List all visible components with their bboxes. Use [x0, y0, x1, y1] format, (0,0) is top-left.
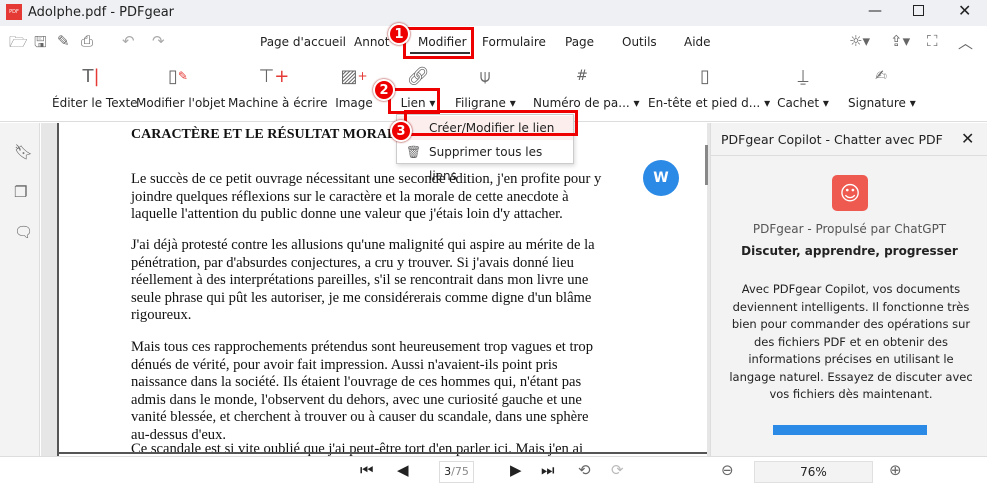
close-copilot-button[interactable]: ✕: [961, 129, 974, 148]
link-icon: 🔗︎: [406, 65, 430, 87]
paragraph-line: laquelle l'attention du public donne une…: [131, 206, 563, 223]
scrollbar-thumb[interactable]: [705, 145, 708, 185]
edit-object-icon: ▯ ✎: [168, 65, 188, 87]
paragraph-line: joindre quelques réflexions sur le carac…: [131, 188, 569, 205]
comments-icon[interactable]: 🗨︎: [14, 223, 33, 241]
prev-page-button[interactable]: ◀: [397, 461, 409, 479]
next-page-button[interactable]: ▶: [510, 461, 522, 479]
save-as-icon[interactable]: ✎: [57, 32, 70, 50]
tab-annoter[interactable]: Annoter: [354, 35, 390, 49]
page-bottom-line: [57, 452, 707, 454]
paragraph-line: admis dans le monde, l'observent du deho…: [131, 391, 582, 408]
convert-to-word-button[interactable]: W: [643, 160, 679, 196]
paragraph-line: naissance dans la société. Ils étaient l…: [131, 374, 582, 391]
theme-icon[interactable]: ☼▾: [849, 32, 870, 50]
delete-all-links-item[interactable]: 🗑︎ Supprimer tous les liens: [397, 140, 573, 183]
copilot-tagline: Discuter, apprendre, progresser: [741, 244, 958, 258]
signature-icon: ✍: [875, 68, 887, 84]
signature-button[interactable]: ✍ Signature ▾: [848, 62, 916, 110]
zoom-out-icon[interactable]: ⊖: [721, 461, 734, 479]
paragraph-line: seule phrase qui pût les autoriser, je m…: [131, 289, 592, 306]
annotation-badge-2: 2: [373, 79, 395, 101]
copilot-powered: PDFgear - Propulsé par ChatGPT: [752, 222, 947, 236]
tab-page-accueil[interactable]: Page d'accueil: [260, 35, 346, 49]
header-footer-icon: ▯: [700, 65, 710, 87]
maximize-button[interactable]: [913, 5, 924, 16]
app-logo: PDF: [6, 4, 22, 20]
rotate-right-icon[interactable]: ⟳: [611, 461, 624, 479]
paragraph-line: réellement à des interprétations pareill…: [131, 272, 589, 289]
pdf-page: CARACTÈRE ET LE RÉSULTAT MORAL Le succès…: [57, 123, 707, 456]
typewriter-button[interactable]: ⊤ + Machine à écrire: [228, 62, 328, 111]
print-icon[interactable]: ⎙: [81, 32, 93, 50]
edit-text-button[interactable]: T | Éditer le Texte: [52, 62, 138, 111]
tab-outils[interactable]: Outils: [622, 35, 657, 49]
image-add-icon: ▨ +: [340, 65, 368, 87]
bottom-bar: ⏮ ◀ 3/75 ▶ ⏭ ⟲ ⟳ ⊖ 76% ⊕: [0, 456, 987, 486]
trash-icon: 🗑︎: [406, 145, 422, 159]
annotation-badge-1: 1: [388, 23, 410, 45]
zoom-field[interactable]: 76%: [754, 461, 873, 483]
copilot-start-button[interactable]: [773, 425, 927, 435]
stamp-icon: ⍊: [797, 65, 809, 87]
undo-icon[interactable]: ↶: [122, 32, 135, 50]
watermark-icon: ⍦: [479, 65, 491, 87]
open-icon[interactable]: 🗁: [9, 32, 28, 57]
annotation-box-3: [404, 110, 578, 136]
bookmark-icon[interactable]: 🔖︎: [14, 143, 33, 161]
annotation-badge-3: 3: [390, 120, 412, 142]
rotate-left-icon[interactable]: ⟲: [578, 461, 591, 479]
window-title: Adolphe.pdf - PDFgear: [28, 5, 175, 20]
fullscreen-icon[interactable]: ⛶: [927, 32, 938, 50]
page-number-icon: #: [576, 68, 588, 84]
title-bar: PDF Adolphe.pdf - PDFgear — ✕: [0, 0, 987, 26]
tab-aide[interactable]: Aide: [684, 35, 711, 49]
image-button[interactable]: ▨ + Image: [334, 62, 374, 111]
document-view: CARACTÈRE ET LE RÉSULTAT MORAL Le succès…: [41, 123, 710, 456]
paragraph-line: dénués de vérité, pour avoir fait impres…: [131, 356, 558, 373]
tab-page[interactable]: Page: [565, 35, 594, 49]
copilot-panel: PDFgear Copilot - Chatter avec PDF ✕ ☺ P…: [710, 123, 987, 456]
page-number-field[interactable]: 3/75: [439, 461, 474, 483]
copilot-description: Avec PDFgear Copilot, vos documents devi…: [729, 282, 973, 401]
watermark-button[interactable]: ⍦ Filigrane ▾: [455, 62, 516, 111]
paragraph-line: vanité blessée, et cherchent à trouver o…: [131, 409, 589, 426]
typewriter-icon: ⊤ +: [258, 65, 290, 87]
paragraph-line: pénétration, par d'absurdes conjectures,…: [131, 254, 574, 271]
stamp-button[interactable]: ⍊ Cachet ▾: [777, 62, 829, 111]
edit-text-icon: T |: [82, 65, 100, 87]
page-number-button[interactable]: #Numéro de pa... ▾: [533, 62, 640, 110]
first-page-button[interactable]: ⏮: [360, 461, 374, 479]
paragraph-line: Le succès de ce petit ouvrage nécessitan…: [131, 171, 602, 187]
zoom-in-icon[interactable]: ⊕: [889, 461, 902, 479]
close-window-button[interactable]: ✕: [958, 1, 971, 20]
redo-icon[interactable]: ↷: [152, 32, 165, 50]
copilot-logo: ☺: [832, 175, 868, 211]
paragraph-line: rigoureux.: [131, 307, 192, 324]
header-footer-button[interactable]: ▯En-tête et pied d... ▾: [648, 62, 770, 111]
tab-formulaire[interactable]: Formulaire: [482, 35, 546, 49]
share-icon[interactable]: ⇪▾: [890, 32, 910, 50]
edit-object-button[interactable]: ▯ ✎ Modifier l'objet: [136, 62, 225, 111]
left-sidebar: 🔖︎ ❐ 🗨︎ ⌄: [0, 123, 40, 471]
minimize-button[interactable]: —: [868, 3, 882, 19]
save-icon[interactable]: 🖫: [34, 32, 47, 57]
thumbnails-icon[interactable]: ❐: [14, 183, 27, 201]
paragraph-line: Mais tous ces rapprochements prétendus s…: [131, 339, 594, 355]
collapse-ribbon-icon[interactable]: ︿: [958, 32, 973, 53]
last-page-button[interactable]: ⏭: [541, 461, 555, 479]
paragraph-line: J'ai déjà protesté contre les allusions …: [131, 237, 595, 253]
annotation-box-1: [403, 27, 474, 59]
copilot-title: PDFgear Copilot - Chatter avec PDF: [721, 132, 943, 147]
